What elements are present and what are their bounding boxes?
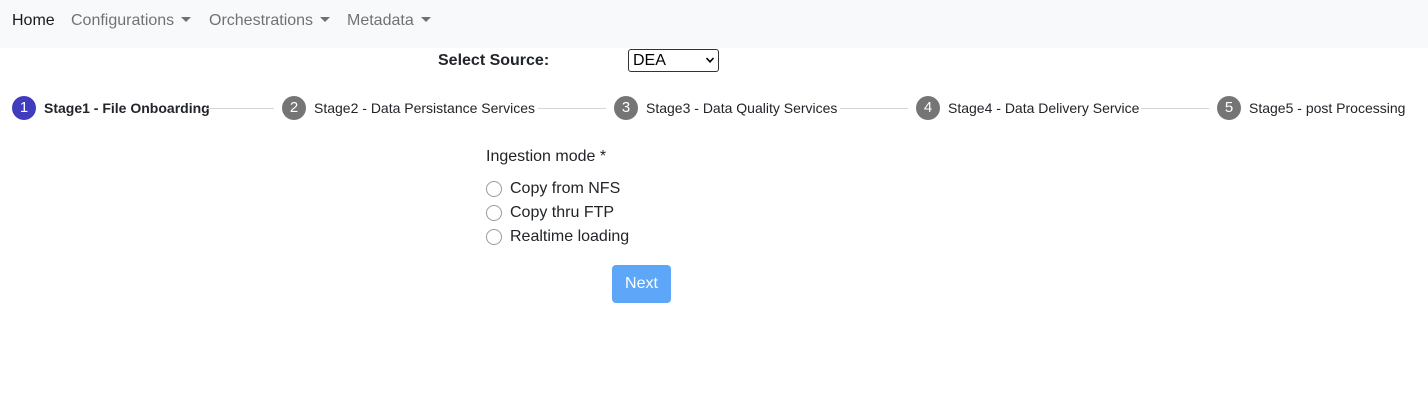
ingestion-mode-label: Ingestion mode * [486,148,607,165]
chevron-down-icon [706,57,714,63]
step-label: Stage1 - File Onboarding [44,100,210,116]
radio-button[interactable] [486,181,502,197]
nav-orchestrations-dropdown[interactable]: Orchestrations [209,11,331,31]
step-number-badge: 3 [614,96,638,120]
radio-button[interactable] [486,205,502,221]
step-label: Stage4 - Data Delivery Service [948,100,1140,116]
nav-configurations-dropdown[interactable]: Configurations [71,11,192,31]
step-number-badge: 4 [916,96,940,120]
nav-metadata-dropdown[interactable]: Metadata [347,11,431,31]
step-number-badge: 1 [12,96,36,120]
step-label: Stage2 - Data Persistance Services [314,100,535,116]
radio-label: Copy thru FTP [510,204,615,221]
step-number-badge: 5 [1217,96,1241,120]
step-connector [1141,108,1209,109]
caret-down-icon [181,17,192,22]
stage-stepper: 1 Stage1 - File Onboarding 2 Stage2 - Da… [0,96,1428,122]
next-button[interactable]: Next [612,265,671,303]
step-number-badge: 2 [282,96,306,120]
step-connector [538,108,606,109]
nav-metadata-label: Metadata [347,12,414,29]
nav-orchestrations-label: Orchestrations [209,12,314,29]
top-navbar: Home Configurations Orchestrations Metad… [0,0,1428,48]
radio-label: Copy from NFS [510,180,621,197]
step-connector [206,108,274,109]
select-source-label: Select Source: [438,52,550,69]
caret-down-icon [320,17,331,22]
step-label: Stage5 - post Processing [1249,100,1406,116]
radio-button[interactable] [486,229,502,245]
step-label: Stage3 - Data Quality Services [646,100,838,116]
nav-configurations-label: Configurations [71,12,175,29]
radio-label: Realtime loading [510,228,630,245]
caret-down-icon [420,17,431,22]
step-connector [840,108,908,109]
source-select-value: DEA [633,52,666,69]
nav-home-link[interactable]: Home [12,11,55,31]
source-select[interactable]: DEA [628,49,719,72]
